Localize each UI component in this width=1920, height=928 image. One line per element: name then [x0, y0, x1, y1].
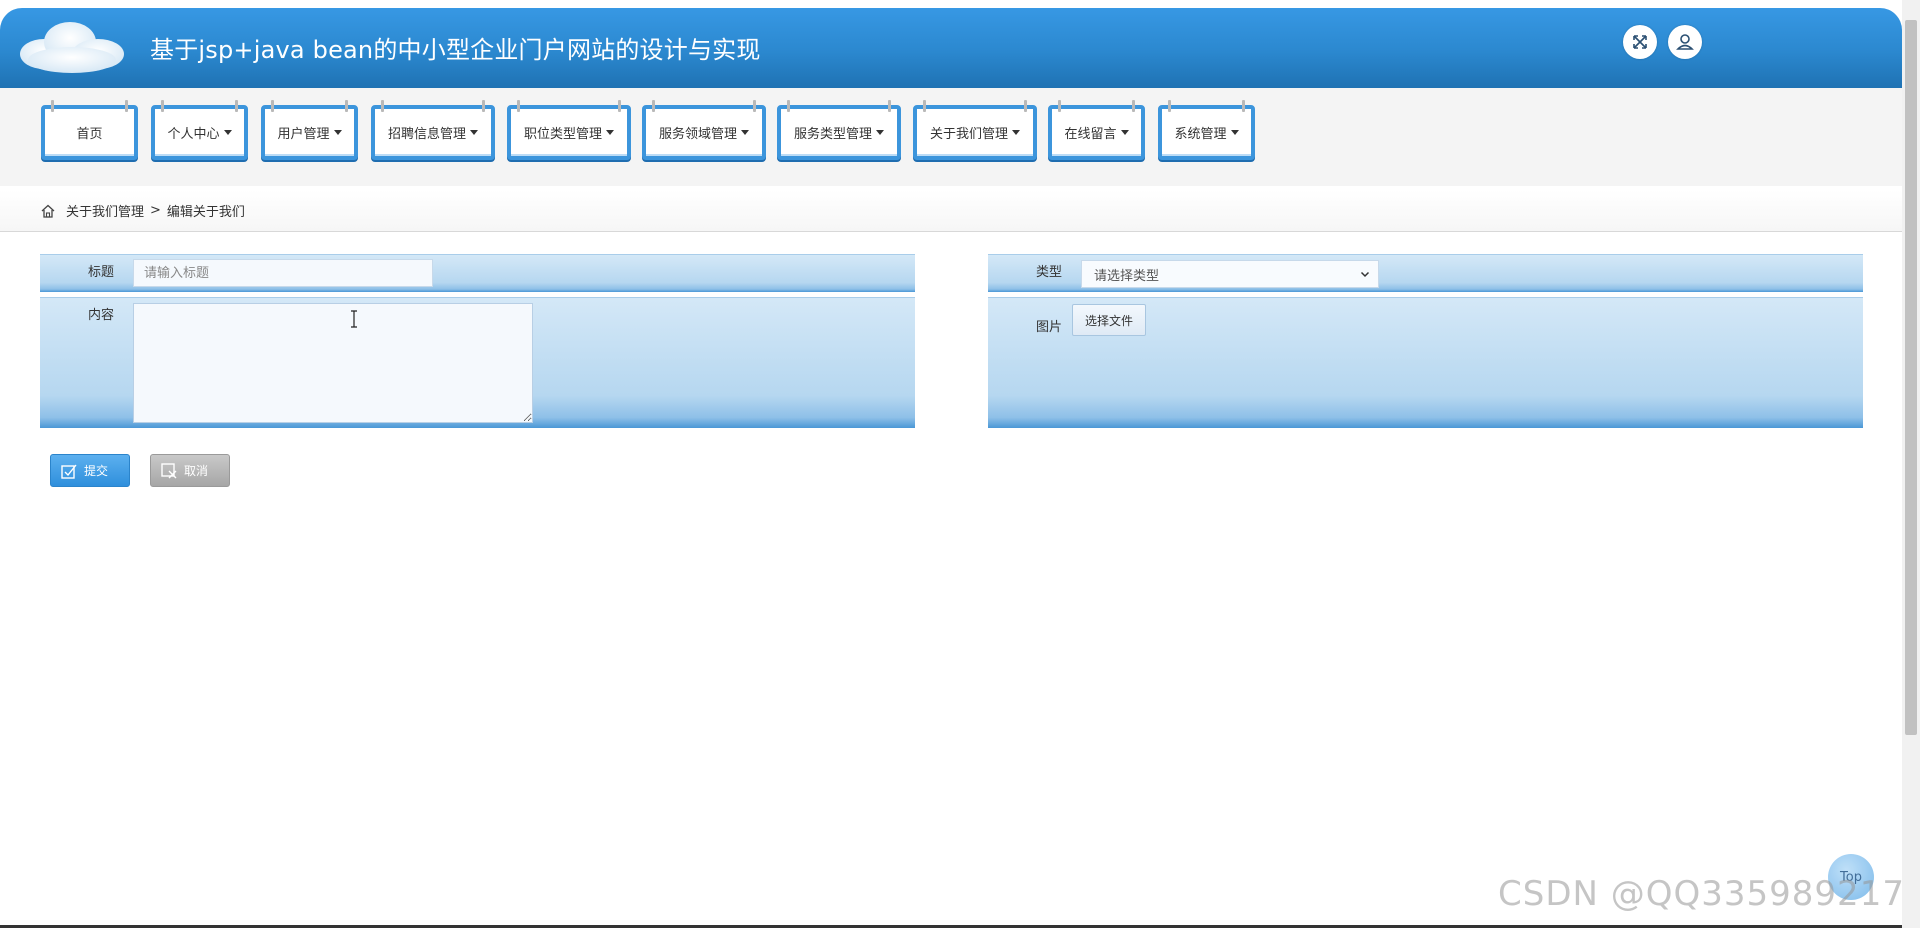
home-icon[interactable] [40, 203, 56, 219]
fullscreen-button[interactable] [1623, 25, 1657, 59]
type-label: 类型 [1036, 265, 1063, 280]
vertical-scrollbar[interactable] [1902, 0, 1920, 928]
breadcrumb-current: 编辑关于我们 [166, 205, 245, 220]
nav-item-service-types[interactable]: 服务类型管理 [777, 100, 901, 160]
breadcrumb-section[interactable]: 关于我们管理 [66, 201, 144, 220]
nav-item-label: 系统管理 [1174, 127, 1227, 142]
title-input[interactable] [133, 259, 433, 287]
site-title: 基于jsp+java bean的中小型企业门户网站的设计与实现 [150, 36, 761, 64]
caret-down-icon [470, 130, 478, 135]
cancel-x-icon [161, 462, 177, 478]
choose-file-button[interactable]: 选择文件 [1072, 304, 1147, 336]
submit-label: 提交 [84, 464, 109, 478]
app-header: 基于jsp+java bean的中小型企业门户网站的设计与实现 [0, 8, 1902, 88]
type-select[interactable]: 请选择类型 [1081, 260, 1379, 288]
submit-button[interactable]: 提交 [50, 454, 130, 487]
caret-down-icon [1012, 130, 1020, 135]
edit-check-icon [61, 464, 77, 479]
caret-down-icon [876, 130, 884, 135]
breadcrumb-separator: > [150, 203, 161, 218]
nav-item-user-management[interactable]: 用户管理 [261, 100, 358, 160]
nav-item-label: 个人中心 [167, 127, 220, 142]
chevron-down-icon [1360, 271, 1370, 278]
nav-item-recruitment[interactable]: 招聘信息管理 [371, 100, 495, 160]
content-label: 内容 [88, 308, 115, 323]
caret-down-icon [1230, 130, 1239, 135]
type-row: 类型 请选择类型 [988, 254, 1863, 292]
watermark: CSDN @QQ3359892174 [1498, 874, 1920, 914]
type-select-value: 请选择类型 [1094, 268, 1160, 284]
content-textarea[interactable] [133, 303, 533, 423]
nav-item-personal-center[interactable]: 个人中心 [151, 100, 248, 160]
nav-item-messages[interactable]: 在线留言 [1048, 100, 1145, 160]
title-label: 标题 [88, 265, 115, 280]
cancel-label: 取消 [184, 464, 209, 478]
caret-down-icon [741, 130, 749, 135]
image-row: 图片 选择文件 [988, 297, 1863, 428]
nav-item-label: 用户管理 [277, 127, 330, 142]
caret-down-icon [606, 130, 614, 135]
scrollbar-thumb[interactable] [1905, 20, 1917, 735]
nav-item-about-us[interactable]: 关于我们管理 [913, 100, 1037, 160]
text-cursor-icon [351, 310, 357, 328]
nav-item-service-fields[interactable]: 服务领域管理 [642, 100, 766, 160]
main-nav: 首页 个人中心 用户管理 招聘信息管理 职位类型管理 服务领域管理 服务类型管理… [0, 88, 1902, 186]
nav-item-label: 服务领域管理 [658, 127, 737, 142]
nav-item-label: 首页 [76, 127, 103, 142]
user-button[interactable] [1668, 25, 1702, 59]
content-row: 内容 [40, 297, 915, 428]
expand-icon [1633, 35, 1647, 49]
caret-down-icon [223, 130, 232, 135]
nav-item-label: 关于我们管理 [929, 127, 1008, 142]
caret-down-icon [1120, 130, 1129, 135]
nav-item-job-types[interactable]: 职位类型管理 [507, 100, 631, 160]
breadcrumb: 关于我们管理 > 编辑关于我们 [0, 190, 1902, 232]
user-icon [1676, 34, 1694, 50]
caret-down-icon [333, 130, 342, 135]
title-row: 标题 [40, 254, 915, 292]
image-label: 图片 [1036, 320, 1063, 335]
nav-item-label: 在线留言 [1064, 127, 1117, 142]
cloud-logo-icon [20, 22, 124, 73]
cancel-button[interactable]: 取消 [150, 454, 230, 487]
nav-item-label: 招聘信息管理 [387, 127, 466, 142]
nav-item-home[interactable]: 首页 [41, 100, 138, 160]
nav-item-label: 职位类型管理 [523, 127, 602, 142]
nav-item-label: 服务类型管理 [793, 127, 872, 142]
nav-item-system[interactable]: 系统管理 [1158, 100, 1255, 160]
